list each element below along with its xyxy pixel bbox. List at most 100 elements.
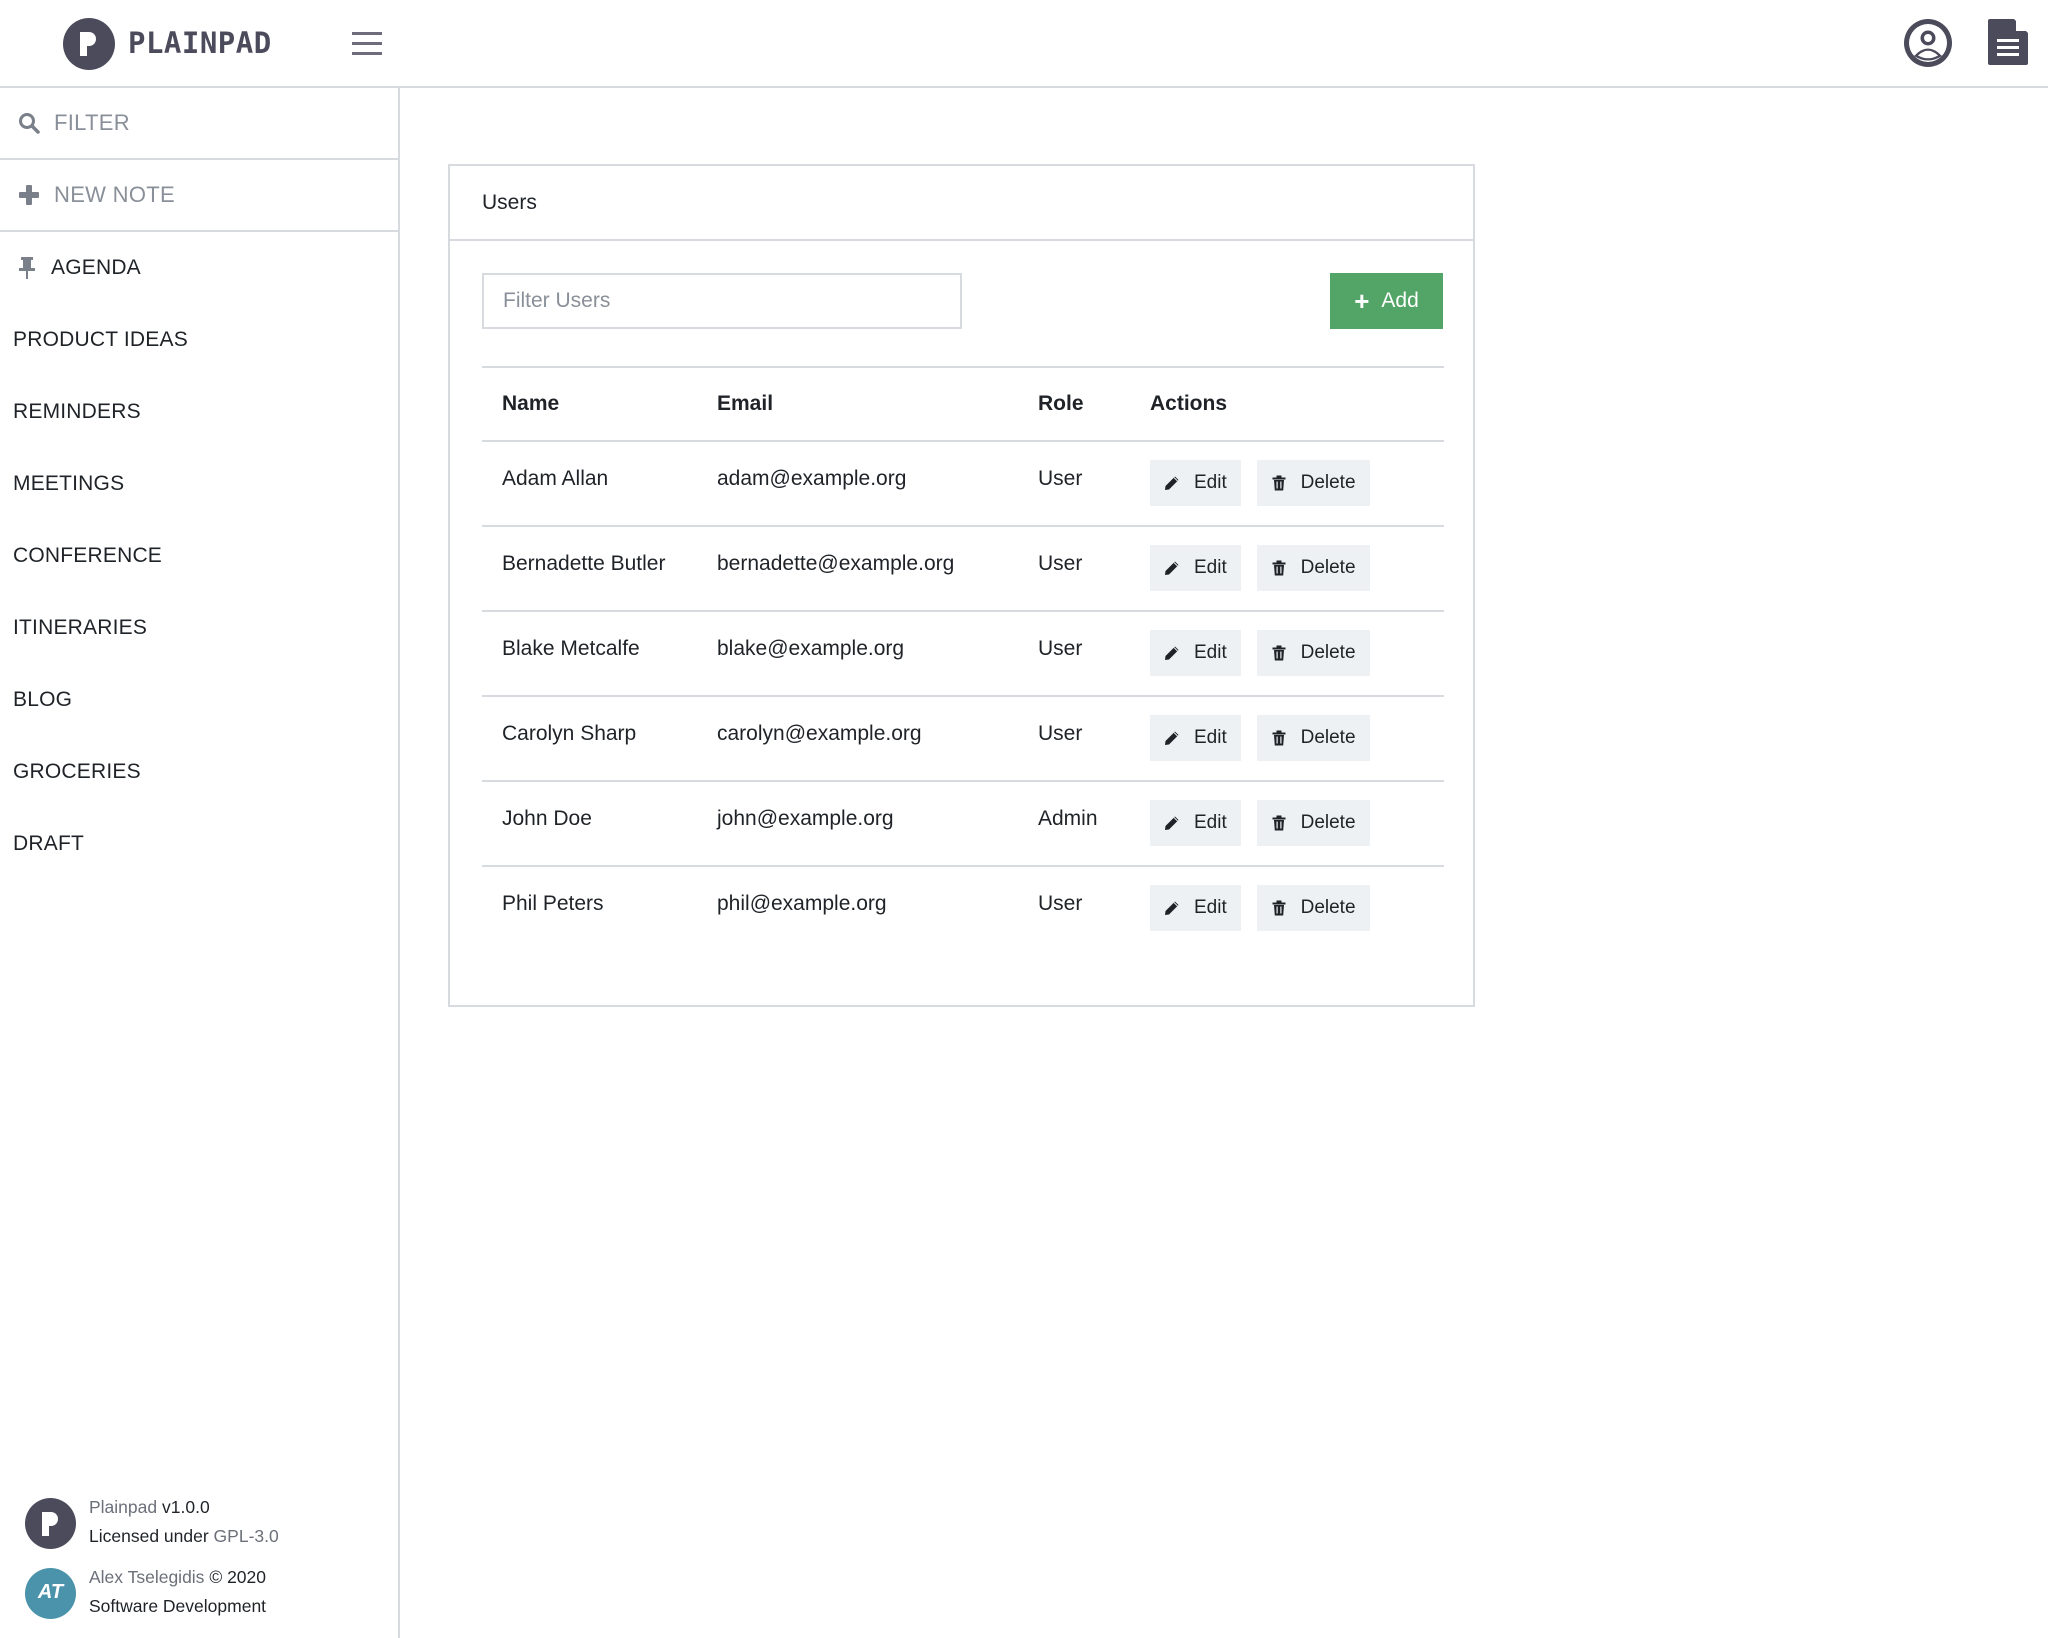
delete-label: Delete	[1300, 472, 1356, 493]
company-name: Software Development	[89, 1596, 267, 1616]
sidebar-note-blog[interactable]: BLOG	[0, 664, 398, 736]
user-email: bernadette@example.org	[717, 526, 1038, 612]
user-name: Phil Peters	[502, 892, 604, 915]
delete-button[interactable]: Delete	[1256, 800, 1370, 846]
sidebar-note-draft[interactable]: DRAFT	[0, 808, 398, 880]
table-row: John Doe john@example.org Admin Edit Del…	[482, 781, 1444, 867]
hamburger-icon[interactable]	[352, 32, 382, 56]
app-name-link[interactable]: Plainpad	[89, 1497, 157, 1517]
table-row: Carolyn Sharp carolyn@example.org User E…	[482, 696, 1444, 782]
user-name: Adam Allan	[482, 441, 717, 527]
sidebar-note-product-ideas[interactable]: PRODUCT IDEAS	[0, 304, 398, 376]
user-name: Carolyn Sharp	[482, 696, 717, 782]
sidebar-filter[interactable]: FILTER	[0, 88, 398, 160]
user-actions: Edit Delete	[1150, 696, 1444, 782]
user-actions: Edit Delete	[1150, 441, 1444, 527]
delete-button[interactable]: Delete	[1256, 460, 1370, 506]
user-actions: Edit Delete	[1150, 526, 1444, 612]
sidebar-note-reminders[interactable]: REMINDERS	[0, 376, 398, 448]
delete-button[interactable]: Delete	[1256, 885, 1370, 931]
sidebar-filter-label: FILTER	[54, 110, 130, 135]
note-label: PRODUCT IDEAS	[13, 328, 188, 351]
user-role: User	[1038, 892, 1083, 915]
pencil-icon	[1165, 816, 1179, 830]
pencil-icon	[1165, 646, 1179, 660]
note-label: AGENDA	[51, 256, 141, 279]
delete-label: Delete	[1300, 812, 1356, 833]
sidebar-note-meetings[interactable]: MEETINGS	[0, 448, 398, 520]
user-role: Admin	[1038, 781, 1150, 867]
trash-icon	[1272, 815, 1286, 831]
note-label: REMINDERS	[13, 400, 141, 423]
user-email: blake@example.org	[717, 611, 1038, 697]
trash-icon	[1272, 475, 1286, 491]
delete-button[interactable]: Delete	[1256, 545, 1370, 591]
trash-icon	[1272, 645, 1286, 661]
user-email: john@example.org	[717, 781, 1038, 867]
sidebar-new-note[interactable]: NEW NOTE	[0, 160, 398, 232]
user-name: John Doe	[482, 781, 717, 867]
column-header-name[interactable]: Name	[482, 366, 717, 442]
user-name: Bernadette Butler	[482, 526, 717, 612]
note-label: BLOG	[13, 688, 73, 711]
user-email: phil@example.org	[717, 892, 887, 915]
user-actions: Edit Delete	[1150, 781, 1444, 867]
plus-icon: +	[1354, 286, 1370, 316]
user-role: User	[1038, 441, 1150, 527]
user-role: User	[1038, 526, 1150, 612]
trash-icon	[1272, 730, 1286, 746]
document-icon[interactable]	[1988, 19, 2028, 65]
users-table: Name Email Role Actions Adam Allan adam@…	[482, 366, 1444, 951]
table-row: Phil Peters phil@example.org User Edit D…	[482, 866, 1444, 951]
filter-users-input[interactable]	[482, 273, 962, 329]
edit-label: Edit	[1194, 557, 1227, 578]
author-info: AT Alex Tselegidis © 2020 Software Devel…	[0, 1558, 398, 1628]
plus-icon	[19, 185, 39, 205]
app-info: Plainpad v1.0.0 Licensed under GPL-3.0	[0, 1488, 398, 1558]
delete-button[interactable]: Delete	[1256, 630, 1370, 676]
edit-button[interactable]: Edit	[1150, 885, 1241, 931]
pin-icon	[19, 257, 35, 279]
note-label: GROCERIES	[13, 760, 141, 783]
sidebar-note-itineraries[interactable]: ITINERARIES	[0, 592, 398, 664]
sidebar-note-groceries[interactable]: GROCERIES	[0, 736, 398, 808]
user-circle-icon[interactable]	[1904, 19, 1952, 67]
note-label: DRAFT	[13, 832, 84, 855]
sidebar-note-agenda[interactable]: AGENDA	[0, 232, 398, 304]
edit-button[interactable]: Edit	[1150, 545, 1241, 591]
delete-label: Delete	[1300, 557, 1356, 578]
edit-label: Edit	[1194, 642, 1227, 663]
note-label: ITINERARIES	[13, 616, 148, 639]
delete-label: Delete	[1300, 897, 1356, 918]
sidebar-note-conference[interactable]: CONFERENCE	[0, 520, 398, 592]
column-header-email[interactable]: Email	[717, 366, 1038, 442]
delete-label: Delete	[1300, 727, 1356, 748]
note-label: MEETINGS	[13, 472, 125, 495]
edit-button[interactable]: Edit	[1150, 630, 1241, 676]
search-icon	[19, 113, 40, 134]
user-actions: Edit Delete	[1150, 611, 1444, 697]
edit-button[interactable]: Edit	[1150, 800, 1241, 846]
trash-icon	[1272, 560, 1286, 576]
table-header-row: Name Email Role Actions	[482, 366, 1444, 442]
column-header-role[interactable]: Role	[1038, 366, 1150, 442]
license-link[interactable]: GPL-3.0	[214, 1526, 279, 1546]
copyright: © 2020	[209, 1567, 266, 1587]
card-title: Users	[450, 166, 1473, 241]
note-label: CONFERENCE	[13, 544, 163, 567]
author-logo-icon: AT	[25, 1568, 76, 1619]
add-label: Add	[1381, 289, 1419, 312]
sidebar-footer: Plainpad v1.0.0 Licensed under GPL-3.0 A…	[0, 1488, 398, 1628]
pencil-icon	[1165, 561, 1179, 575]
delete-button[interactable]: Delete	[1256, 715, 1370, 761]
author-link[interactable]: Alex Tselegidis	[89, 1567, 204, 1587]
user-role: User	[1038, 696, 1150, 782]
edit-button[interactable]: Edit	[1150, 715, 1241, 761]
note-list: AGENDA PRODUCT IDEAS REMINDERS MEETINGS …	[0, 232, 398, 880]
app-version: v1.0.0	[162, 1497, 210, 1517]
license-prefix: Licensed under	[89, 1526, 209, 1546]
add-user-button[interactable]: + Add	[1330, 273, 1443, 329]
brand-name: PLAINPAD	[128, 26, 272, 60]
edit-button[interactable]: Edit	[1150, 460, 1241, 506]
edit-label: Edit	[1194, 812, 1227, 833]
